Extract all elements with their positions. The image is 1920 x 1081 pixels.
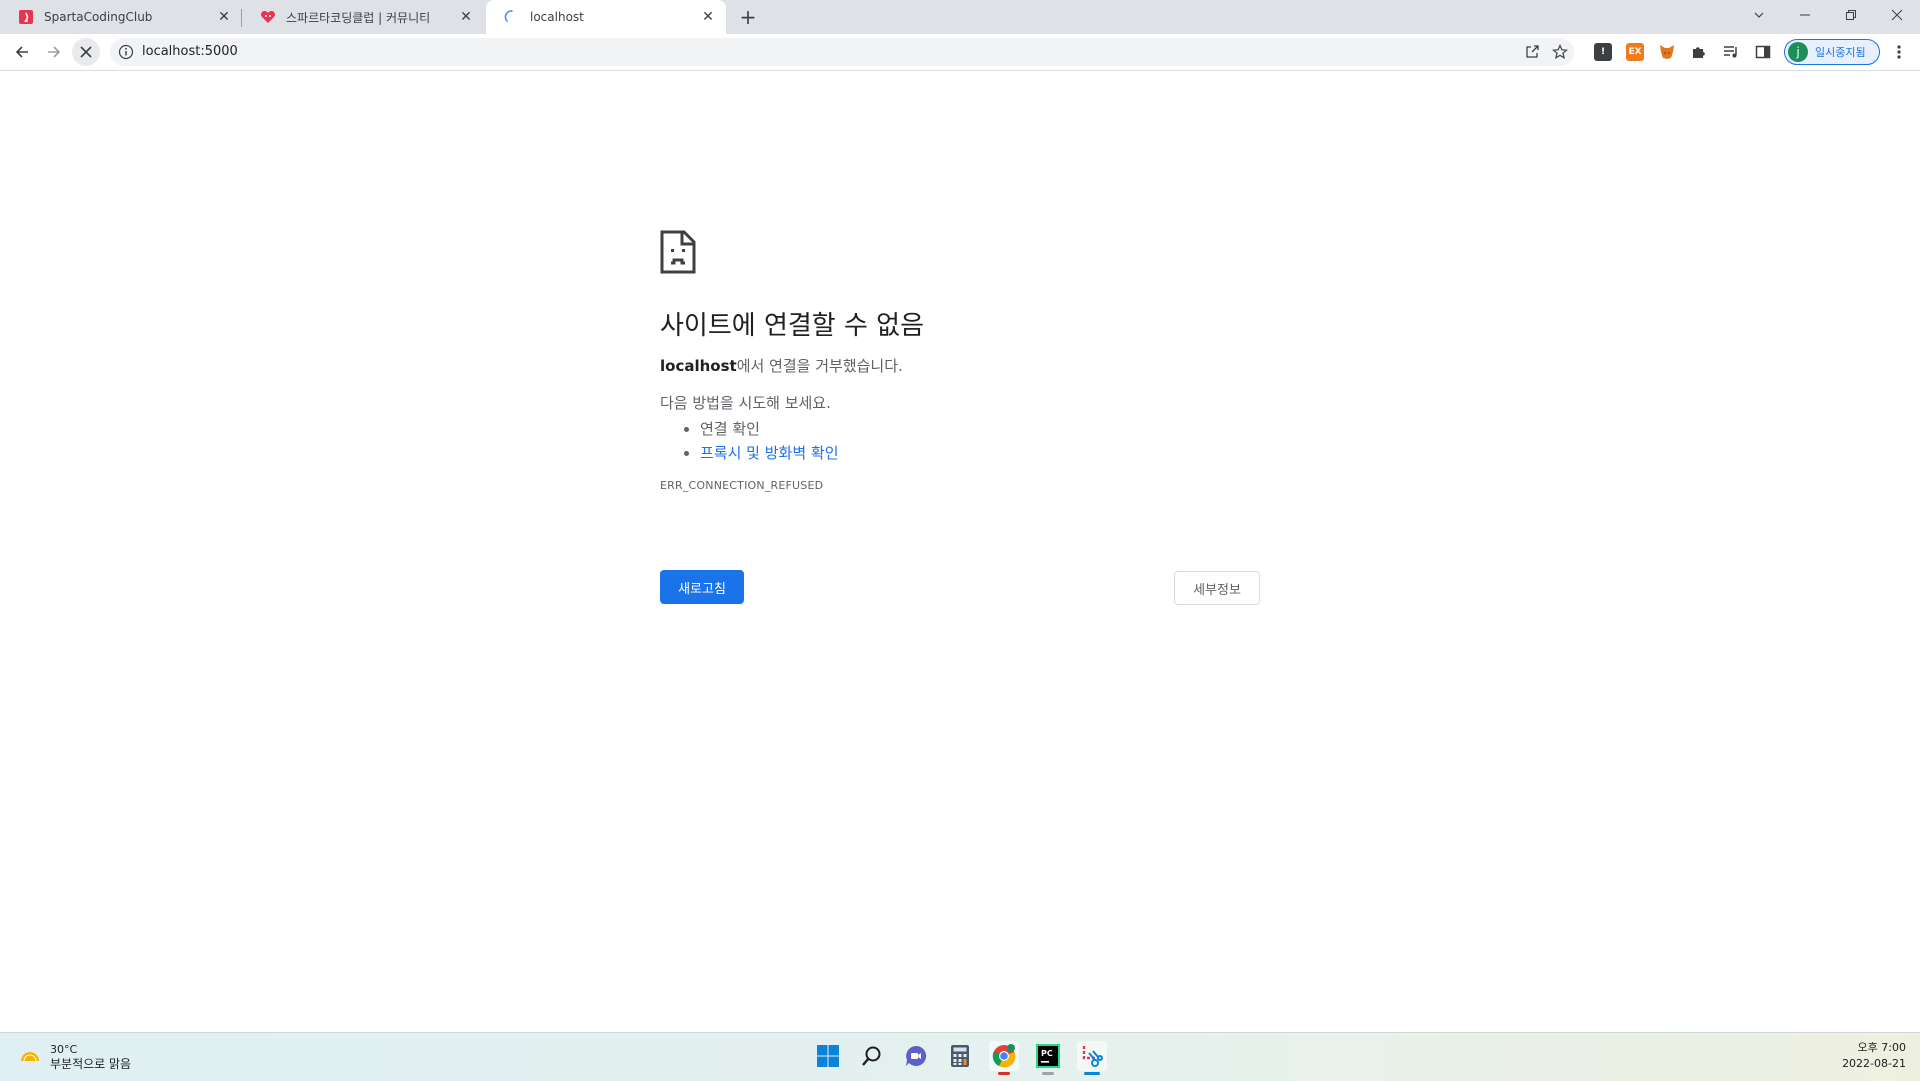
- restore-icon: [1846, 10, 1856, 20]
- minimize-button[interactable]: [1782, 0, 1828, 30]
- calculator-icon: [951, 1045, 969, 1067]
- arrow-right-icon: [48, 46, 61, 58]
- stop-x-icon: [80, 46, 92, 58]
- tab-title: SpartaCodingClub: [44, 10, 153, 24]
- error-host: localhost: [660, 357, 737, 375]
- puzzle-icon: [1693, 47, 1705, 58]
- profile-button[interactable]: j 일시중지됨: [1784, 39, 1880, 65]
- tab-strip: SpartaCodingClub ✕ 스파르타코딩클럽 | 커뮤니티 ✕ loc…: [0, 0, 1920, 34]
- share-icon[interactable]: [1524, 44, 1540, 60]
- close-icon: [1891, 9, 1903, 21]
- tab-close-icon[interactable]: ✕: [458, 9, 474, 25]
- taskbar-calculator-button[interactable]: [945, 1041, 975, 1071]
- suggestion-proxy-firewall-link[interactable]: 프록시 및 방화벽 확인: [700, 444, 839, 462]
- fox-icon: [1660, 45, 1674, 59]
- reload-button[interactable]: 새로고침: [660, 570, 744, 604]
- weather-widget[interactable]: 30°C 부분적으로 맑음: [18, 1043, 131, 1071]
- extension-dark-icon[interactable]: !: [1594, 43, 1612, 61]
- svg-text:PC: PC: [1041, 1049, 1053, 1058]
- tab-close-icon[interactable]: ✕: [216, 9, 232, 25]
- details-button[interactable]: 세부정보: [1174, 571, 1260, 605]
- tab-title: 스파르타코딩클럽 | 커뮤니티: [286, 10, 431, 25]
- loading-spinner-icon: [504, 10, 513, 22]
- playlist-icon: [1724, 46, 1737, 58]
- chat-icon: [906, 1045, 927, 1066]
- avatar: j: [1788, 42, 1808, 62]
- pycharm-icon: PC: [1036, 1044, 1060, 1068]
- windows-taskbar: 30°C 부분적으로 맑음 PC 오후 7:00 2022-08-21: [0, 1032, 1920, 1081]
- arrow-left-icon: [15, 46, 28, 58]
- chevron-down-icon: [1754, 12, 1764, 18]
- heart-favicon-icon: [260, 11, 276, 23]
- search-icon: [862, 1046, 881, 1066]
- weather-condition: 부분적으로 맑음: [50, 1057, 132, 1071]
- address-bar[interactable]: localhost:5000: [110, 38, 1574, 66]
- snipping-tool-icon: [1082, 1046, 1103, 1067]
- back-button[interactable]: [8, 38, 36, 66]
- suggestion-check-connection: 연결 확인: [700, 420, 760, 438]
- clock-date: 2022-08-21: [1842, 1057, 1906, 1070]
- partly-sunny-icon: [21, 1052, 39, 1062]
- reading-list-icon[interactable]: [1722, 43, 1740, 61]
- windows-start-button[interactable]: [813, 1041, 843, 1071]
- info-icon[interactable]: [118, 44, 134, 60]
- puzzle-extensions-icon[interactable]: [1690, 43, 1708, 61]
- taskbar-search-button[interactable]: [857, 1041, 887, 1071]
- side-panel-icon[interactable]: [1754, 43, 1772, 61]
- browser-toolbar: localhost:5000 ! EX j 일시중지됨: [0, 34, 1920, 71]
- extension-ex-icon[interactable]: EX: [1626, 43, 1644, 61]
- windows-start-icon: [817, 1045, 839, 1067]
- error-summary-text: 에서 연결을 거부했습니다.: [736, 357, 903, 375]
- stop-loading-button[interactable]: [72, 38, 100, 66]
- taskbar-snipping-button[interactable]: [1077, 1041, 1107, 1075]
- forward-button[interactable]: [40, 38, 68, 66]
- restore-button[interactable]: [1828, 0, 1874, 30]
- weather-temperature: 30°C: [50, 1043, 78, 1056]
- error-summary: localhost에서 연결을 거부했습니다.: [660, 356, 1260, 376]
- star-icon[interactable]: [1552, 44, 1568, 60]
- kebab-menu-icon: [1897, 45, 1901, 59]
- running-indicator: [1084, 1072, 1100, 1075]
- suggestions-intro: 다음 방법을 시도해 보세요.: [660, 394, 831, 412]
- taskbar-chat-button[interactable]: [901, 1041, 931, 1071]
- tab-sparta[interactable]: SpartaCodingClub ✕: [0, 0, 242, 34]
- clock-time: 오후 7:00: [1857, 1041, 1906, 1054]
- suggestion-item: 연결 확인: [700, 417, 1260, 441]
- sad-document-icon: [660, 230, 696, 274]
- side-panel-glyph-icon: [1755, 45, 1771, 59]
- close-window-button[interactable]: [1874, 0, 1920, 30]
- taskbar-chrome-button[interactable]: [989, 1041, 1019, 1075]
- suggestion-item: 프록시 및 방화벽 확인: [700, 441, 1260, 465]
- tab-close-icon[interactable]: ✕: [700, 9, 716, 25]
- error-content: 사이트에 연결할 수 없음 localhost에서 연결을 거부했습니다. 다음…: [660, 230, 1260, 492]
- plus-icon: +: [739, 5, 757, 29]
- extension-ex-label: EX: [1628, 47, 1642, 57]
- new-tab-button[interactable]: +: [736, 5, 760, 29]
- tab-sparta-community[interactable]: 스파르타코딩클럽 | 커뮤니티 ✕: [242, 0, 484, 34]
- tab-title: localhost: [530, 10, 584, 24]
- running-indicator: [998, 1072, 1010, 1075]
- extension-dark-label: !: [1600, 47, 1606, 57]
- sparta-favicon-icon: [19, 10, 33, 24]
- suggestions-list: 연결 확인 프록시 및 방화벽 확인: [660, 417, 1260, 465]
- running-indicator: [1042, 1072, 1054, 1075]
- error-heading: 사이트에 연결할 수 없음: [660, 311, 924, 341]
- menu-button[interactable]: [1890, 43, 1908, 61]
- error-code: ERR_CONNECTION_REFUSED: [660, 479, 824, 492]
- chrome-icon: [992, 1044, 1016, 1068]
- minimize-icon: [1800, 14, 1810, 16]
- url-text[interactable]: localhost:5000: [142, 44, 238, 59]
- tab-localhost[interactable]: localhost ✕: [486, 0, 726, 34]
- taskbar-pycharm-button[interactable]: PC: [1033, 1041, 1063, 1075]
- tab-search-button[interactable]: [1736, 0, 1782, 30]
- profile-status-label: 일시중지됨: [1815, 46, 1866, 59]
- metamask-fox-icon[interactable]: [1658, 43, 1676, 61]
- system-clock[interactable]: 오후 7:00 2022-08-21: [1842, 1040, 1906, 1072]
